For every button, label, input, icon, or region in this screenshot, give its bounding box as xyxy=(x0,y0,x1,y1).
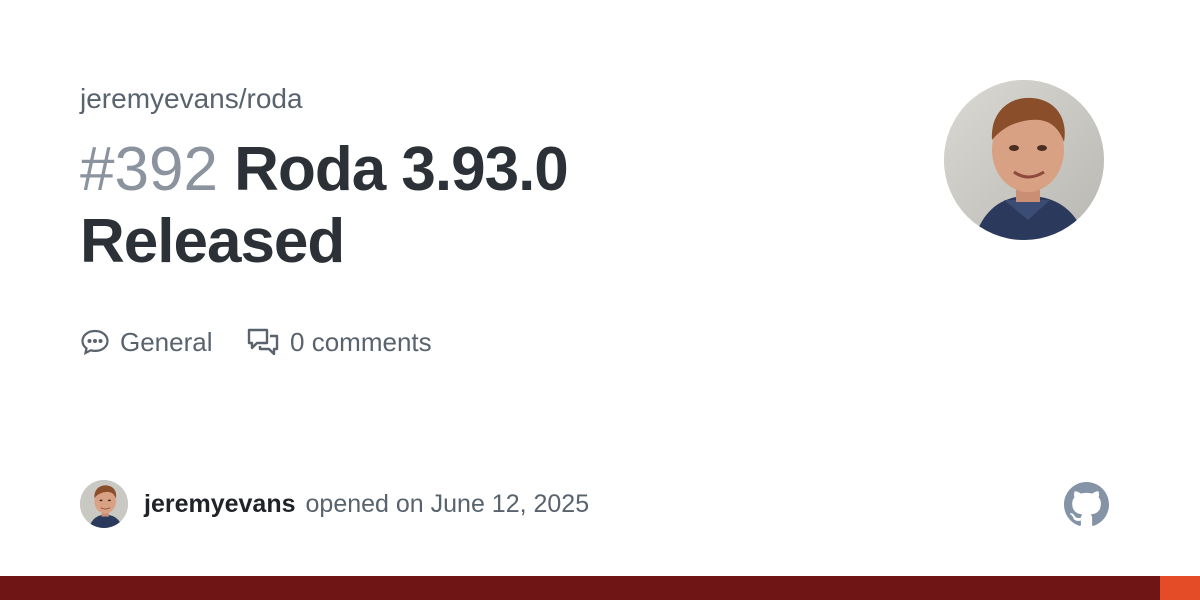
author-avatar-large[interactable] xyxy=(944,80,1104,240)
category-meta[interactable]: General xyxy=(80,322,213,362)
comments-label: comments xyxy=(311,326,432,357)
author-row: jeremyevans opened on June 12, 2025 xyxy=(80,480,589,528)
github-icon[interactable] xyxy=(1064,482,1109,527)
speech-bubble-icon xyxy=(80,328,110,356)
language-bar-html xyxy=(1160,576,1200,600)
author-avatar[interactable] xyxy=(80,480,128,528)
category-label: General xyxy=(120,326,213,357)
avatar-portrait xyxy=(944,80,1104,240)
discussion-number: #392 xyxy=(80,135,218,204)
repo-name[interactable]: jeremyevans/roda xyxy=(80,82,303,116)
discussion-title: #392 Roda 3.93.0 Released xyxy=(80,134,700,278)
avatar-portrait-small xyxy=(80,480,128,528)
comments-count: 0 xyxy=(290,326,305,357)
comments-meta[interactable]: 0 comments xyxy=(246,322,432,362)
author-username[interactable]: jeremyevans xyxy=(144,490,296,519)
opened-date: opened on June 12, 2025 xyxy=(305,489,590,518)
comment-discussion-icon xyxy=(246,327,280,357)
language-bar-ruby xyxy=(0,576,1160,600)
